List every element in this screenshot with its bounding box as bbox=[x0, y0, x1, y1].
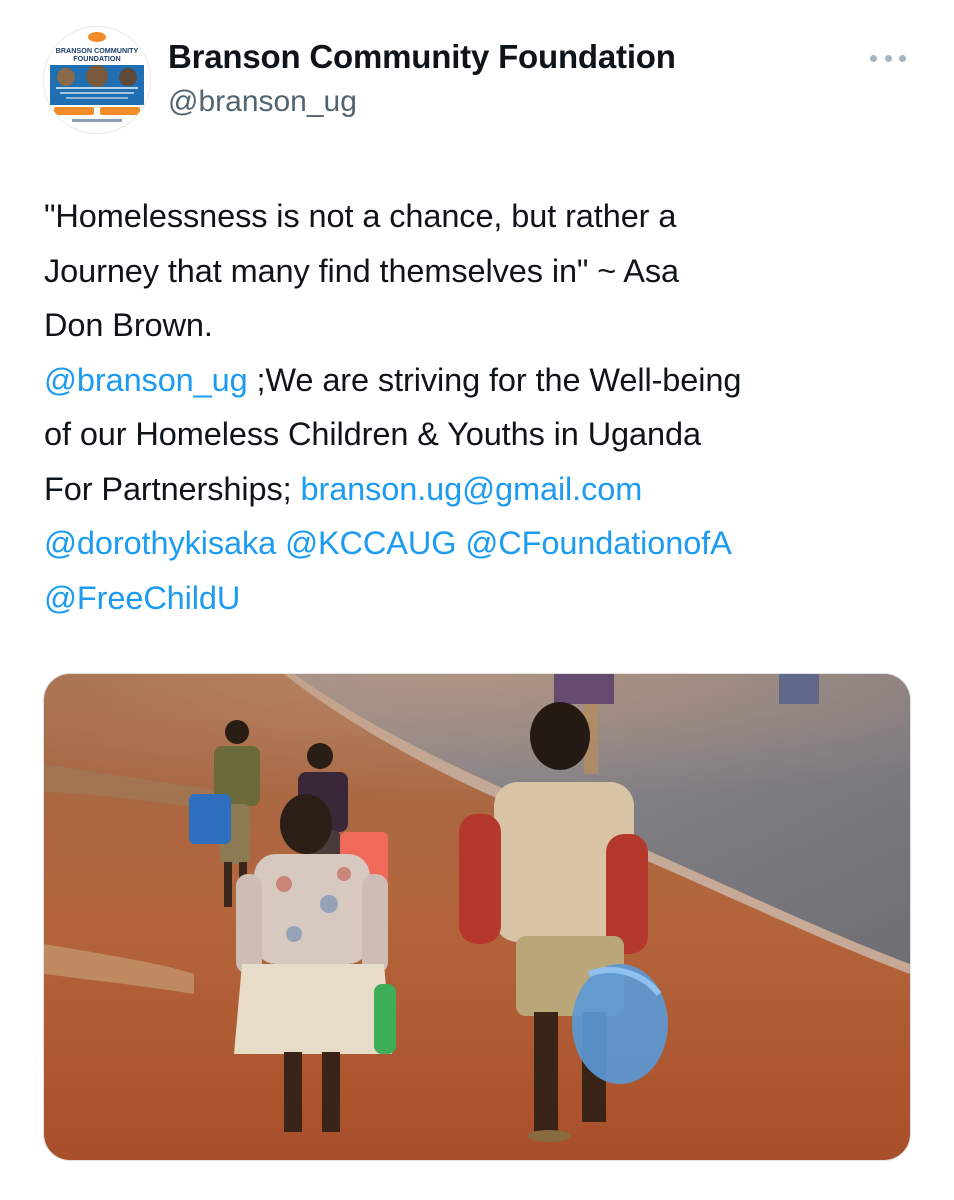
tweet-text-line: @branson_ug ;We are striving for the Wel… bbox=[44, 353, 914, 408]
mention-link-freechildu[interactable]: @FreeChildU bbox=[44, 580, 240, 616]
avatar-logo-image: BRANSON COMMUNITY FOUNDATION bbox=[44, 27, 150, 133]
more-horizontal-icon bbox=[870, 54, 877, 62]
author-display-name[interactable]: Branson Community Foundation bbox=[168, 38, 676, 76]
mention-link-cfoundationofa[interactable]: @CFoundationofA bbox=[465, 525, 731, 561]
mention-link-kccaug[interactable]: @KCCAUG bbox=[285, 525, 456, 561]
tweet-text: "Homelessness is not a chance, but rathe… bbox=[44, 189, 914, 625]
mention-link-dorothykisaka[interactable]: @dorothykisaka bbox=[44, 525, 276, 561]
tweet-text-line: For Partnerships; branson.ug@gmail.com bbox=[44, 462, 914, 517]
more-horizontal-icon-dot bbox=[899, 54, 906, 62]
email-link[interactable]: branson.ug@gmail.com bbox=[301, 471, 643, 507]
tweet-text-line: @dorothykisaka @KCCAUG @CFoundationofA bbox=[44, 516, 914, 571]
tweet-text-line: of our Homeless Children & Youths in Uga… bbox=[44, 416, 701, 452]
children-walking-photo bbox=[44, 674, 910, 1160]
author-handle[interactable]: @branson_ug bbox=[168, 85, 357, 119]
tweet-text-line: @FreeChildU bbox=[44, 571, 914, 626]
tweet-photo[interactable] bbox=[44, 674, 910, 1160]
avatar-logo-subtitle: FOUNDATION bbox=[73, 54, 120, 63]
more-horizontal-icon-dot bbox=[884, 54, 892, 62]
mention-link-branson[interactable]: @branson_ug bbox=[44, 362, 248, 398]
tweet-text-line: "Homelessness is not a chance, but rathe… bbox=[44, 198, 677, 234]
more-options-button[interactable] bbox=[868, 44, 908, 72]
profile-avatar[interactable]: BRANSON COMMUNITY FOUNDATION bbox=[44, 27, 150, 133]
tweet-text-line: Don Brown. bbox=[44, 307, 213, 343]
tweet-card: BRANSON COMMUNITY FOUNDATION Branson Com… bbox=[0, 0, 954, 1200]
tweet-text-line: Journey that many find themselves in" ~ … bbox=[44, 252, 680, 289]
tweet-text-segment: For Partnerships; bbox=[44, 470, 301, 507]
tweet-text-segment: ;We are striving for the Well-being bbox=[247, 361, 742, 398]
